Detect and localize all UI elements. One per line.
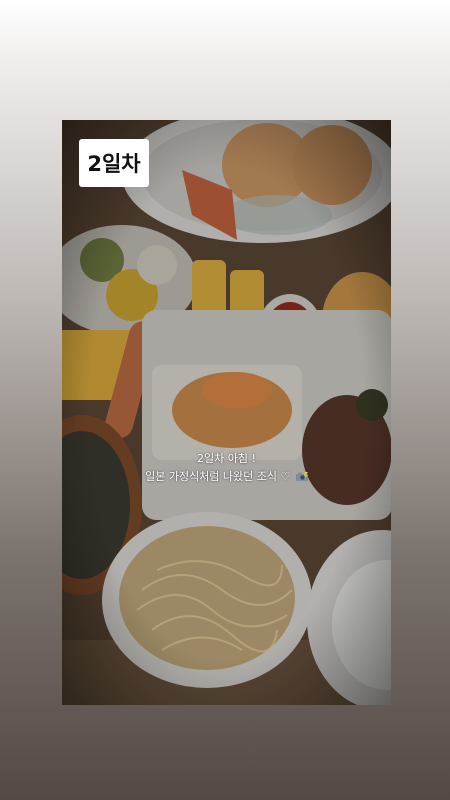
breakfast-photo: [62, 120, 391, 705]
caption-line-2-text: 일본 가정식처럼 나왔던 조식 ♡: [145, 470, 291, 483]
story-caption: 2일차 아침 ! 일본 가정식처럼 나왔던 조식 ♡: [62, 450, 391, 486]
caption-line-1: 2일차 아침 !: [197, 452, 256, 465]
caption-line-2: 일본 가정식처럼 나왔던 조식 ♡: [62, 468, 391, 486]
story-photo: [62, 120, 391, 705]
camera-with-flash-icon: [295, 472, 308, 481]
day-sticker: 2일차: [79, 139, 149, 187]
